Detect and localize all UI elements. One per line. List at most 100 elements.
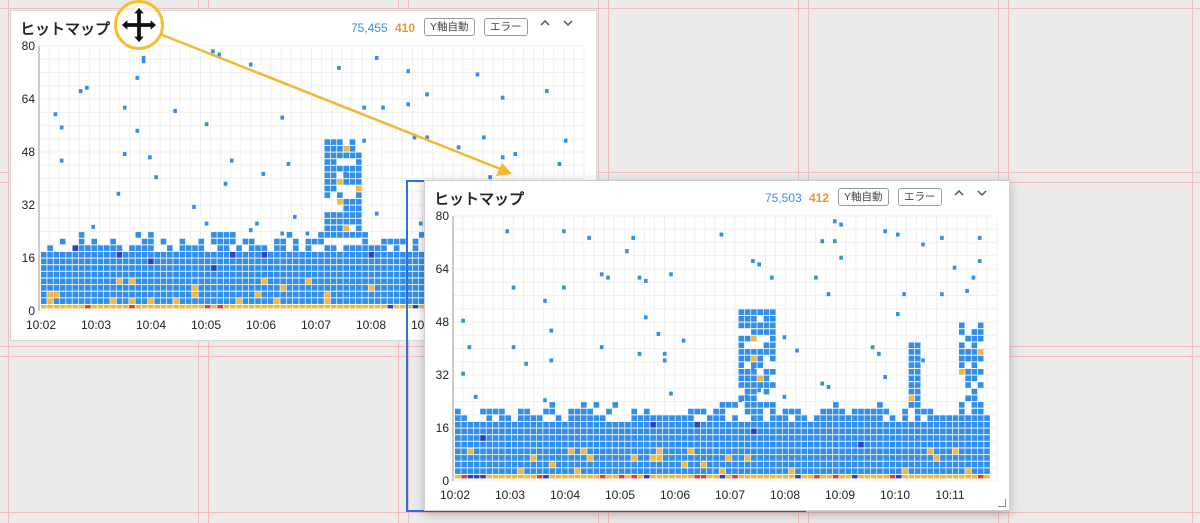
heatmap-cell [826,384,831,389]
heatmap-cell [455,408,461,415]
heatmap-cell [299,271,305,278]
heatmap-cell [536,455,543,461]
heatmap-cell [66,304,72,309]
heatmap-cell [681,461,688,468]
heatmap-cell [870,345,875,350]
heatmap-cell [305,265,312,271]
heatmap-cell [574,415,581,421]
heatmap-cell [211,238,217,245]
heatmap-cell [984,415,990,421]
heatmap-cell [965,368,971,375]
heatmap-cell [455,435,461,441]
heatmap-cell [530,421,537,428]
heatmap-cell [53,278,60,285]
heatmap-cell [324,271,331,278]
heatmap-cell [795,461,801,468]
heatmap-cell [984,474,990,479]
heatmap-cell [236,298,242,304]
heatmap-cell [362,271,368,278]
heatmap-cell [104,304,110,309]
heatmap-cell [387,285,394,291]
heatmap-cell [204,298,211,304]
heatmap-cell [763,435,770,441]
heatmap-cell [356,185,362,192]
heatmap-cell [473,461,480,468]
heatmap-cell [543,408,549,415]
resize-handle-icon[interactable] [998,499,1006,507]
heatmap-cell [198,238,205,245]
heatmap-cell [47,291,53,298]
heatmap-cell [795,408,801,415]
heatmap-cell [280,245,286,251]
heatmap-cell [984,441,990,448]
heatmap-cell [492,468,499,474]
x-tick-label: 10:05 [605,488,635,502]
heatmap-cell [959,428,965,435]
heatmap-cell [305,291,312,298]
y-tick-label: 32 [22,198,36,212]
heatmap-cell [719,461,726,468]
heatmap-cell [631,421,637,428]
heatmap-cell [921,474,927,479]
x-tick-label: 10:08 [770,488,800,502]
heatmap-cell [568,455,574,461]
heatmap-cell [770,355,776,362]
heatmap-cell [883,435,889,441]
x-tick-label: 10:06 [660,488,690,502]
heatmap-cell [368,258,375,265]
heatmap-cell [248,238,255,245]
heatmap-cell [330,265,337,271]
heatmap-cell [492,448,499,455]
heatmap-cell [518,428,524,435]
heatmap-cell [160,238,167,245]
heatmap-cell [223,278,230,285]
heatmap-cell [518,468,524,474]
heatmap-cell [914,421,921,428]
heatmap-cell [230,278,236,285]
heatmap-cell [599,441,606,448]
heatmap-cell [770,335,776,342]
heatmap-cell [908,448,915,455]
heatmap-cell [349,205,356,212]
heatmap-cell [656,468,663,474]
heatmap-cell [851,468,858,474]
heatmap-cell [223,245,230,251]
heatmap-cell [908,474,915,479]
heatmap-cell [343,179,349,185]
heatmap-cell [858,474,864,479]
dragged-heatmap-widget[interactable]: ヒットマップ 75,503 412 Y軸自動 エラー 0 16 32 48 64 80 10… [424,180,1010,511]
heatmap-cell [563,138,568,143]
heatmap-cell [122,258,129,265]
heatmap-cell [160,291,167,298]
heatmap-cell [625,474,631,479]
heatmap-cell [198,258,205,265]
move-cursor-icon [114,0,164,50]
heatmap-cell [261,258,268,265]
grid-guide-line [0,8,1200,9]
heatmap-cell [356,159,362,165]
heatmap-cell [91,298,97,304]
heatmap-cell [839,474,845,479]
heatmap-cell [877,474,883,479]
heatmap-cell [662,448,669,455]
heatmap-cell [204,251,211,258]
heatmap-cell [788,474,795,479]
heatmap-cell [482,135,486,140]
heatmap-cell [356,172,362,179]
heatmap-cell [374,245,381,251]
heatmap-cell [248,278,255,285]
heatmap-cell [864,455,871,461]
heatmap-cell [198,271,205,278]
heatmap-cell [349,251,356,258]
heatmap-cell [78,89,83,94]
heatmap-cell [984,448,990,455]
heatmap-cell [795,468,801,474]
heatmap-cell [965,349,971,355]
heatmap-cell [141,245,148,251]
heatmap-cell [47,258,53,265]
y-tick-label: 16 [22,251,36,265]
heatmap-cell [971,468,978,474]
heatmap-cell [110,265,116,271]
heatmap-cell [179,278,186,285]
heatmap-cell [763,309,770,315]
